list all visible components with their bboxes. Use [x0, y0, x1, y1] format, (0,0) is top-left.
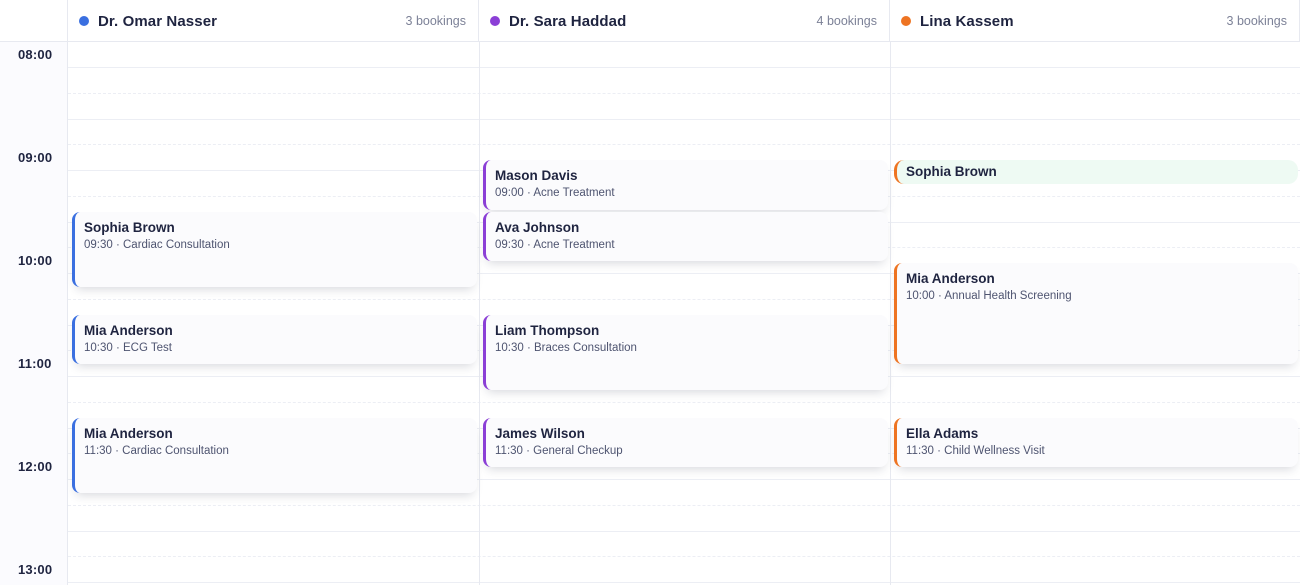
appointment-details: 11:30 · Child Wellness Visit [906, 444, 1045, 457]
time-label: 09:00 [18, 150, 53, 165]
time-label: 12:00 [18, 459, 53, 474]
time-label: 13:00 [18, 562, 53, 577]
column-divider [890, 42, 891, 585]
grid-line [68, 118, 1300, 120]
grid-line [68, 92, 1300, 94]
appointment-details: 09:30 · Acne Treatment [495, 238, 615, 251]
column-header-2[interactable]: Dr. Sara Haddad 4 bookings [479, 0, 890, 42]
schedule-grid[interactable]: Sophia Brown 09:30 · Cardiac Consultation… [68, 42, 1300, 585]
patient-name: Mia Anderson [84, 322, 173, 338]
patient-name: Sophia Brown [906, 164, 997, 179]
appointment-card[interactable]: James Wilson 11:30 · General Checkup [483, 417, 888, 467]
grid-line [68, 401, 1300, 403]
provider-name: Dr. Sara Haddad [509, 12, 627, 30]
appointment-card[interactable]: Ava Johnson 09:30 · Acne Treatment [483, 211, 888, 261]
provider-name: Dr. Omar Nasser [98, 12, 218, 30]
patient-name: Mason Davis [495, 168, 578, 183]
booking-count: 3 bookings [405, 14, 466, 28]
grid-line [68, 530, 1300, 532]
patient-name: Sophia Brown [84, 219, 175, 235]
appointment-card[interactable]: Sophia Brown [894, 160, 1298, 184]
provider-color-dot [901, 16, 911, 26]
grid-line [68, 144, 1300, 146]
time-label: 11:00 [18, 356, 52, 371]
provider-name: Lina Kassem [920, 12, 1014, 30]
column-header-1[interactable]: Dr. Omar Nasser 3 bookings [68, 0, 479, 42]
appointment-card[interactable]: Ella Adams 11:30 · Child Wellness Visit [894, 417, 1298, 467]
patient-name: Ella Adams [906, 425, 979, 441]
appointment-card[interactable]: Mia Anderson 10:30 · ECG Test [72, 314, 477, 364]
provider-color-dot [490, 16, 500, 26]
booking-count: 4 bookings [816, 14, 877, 28]
patient-name: James Wilson [495, 425, 585, 441]
booking-count: 3 bookings [1226, 14, 1287, 28]
patient-name: Mia Anderson [906, 271, 995, 286]
calendar-header: Dr. Omar Nasser 3 bookings Dr. Sara Haddad… [0, 0, 1300, 42]
column-divider [479, 42, 480, 585]
appointment-card[interactable]: Mia Anderson 11:30 · Cardiac Consultation [72, 417, 477, 493]
appointment-card[interactable]: Liam Thompson 10:30 · Braces Consultation [483, 314, 888, 390]
time-label: 08:00 [18, 47, 53, 62]
patient-name: Ava Johnson [495, 219, 580, 235]
appointment-details: 10:30 · Braces Consultation [495, 341, 637, 354]
appointment-details: 09:00 · Acne Treatment [495, 187, 615, 199]
patient-name: Liam Thompson [495, 322, 600, 338]
calendar-day-view: Dr. Omar Nasser 3 bookings Dr. Sara Haddad… [0, 0, 1300, 585]
appointment-card[interactable]: Sophia Brown 09:30 · Cardiac Consultation [72, 211, 477, 287]
header-gutter [0, 0, 68, 42]
grid-line [68, 556, 1300, 558]
time-label: 10:00 [18, 253, 53, 268]
appointment-details: 09:30 · Cardiac Consultation [84, 238, 230, 251]
grid-line [68, 582, 1300, 583]
appointment-details: 10:30 · ECG Test [84, 341, 172, 354]
patient-name: Mia Anderson [84, 425, 173, 441]
time-gutter: 08:00 09:00 10:00 11:00 12:00 13:00 [0, 42, 68, 585]
appointment-details: 11:30 · Cardiac Consultation [84, 444, 229, 457]
provider-color-dot [79, 16, 89, 26]
appointment-details: 10:00 · Annual Health Screening [906, 290, 1072, 302]
appointment-details: 11:30 · General Checkup [495, 444, 623, 457]
grid-line [68, 504, 1300, 506]
grid-line [68, 67, 1300, 68]
appointment-card[interactable]: Mia Anderson 10:00 · Annual Health Screen… [894, 263, 1298, 364]
column-header-3[interactable]: Lina Kassem 3 bookings [890, 0, 1300, 42]
appointment-card[interactable]: Mason Davis 09:00 · Acne Treatment [483, 160, 888, 210]
